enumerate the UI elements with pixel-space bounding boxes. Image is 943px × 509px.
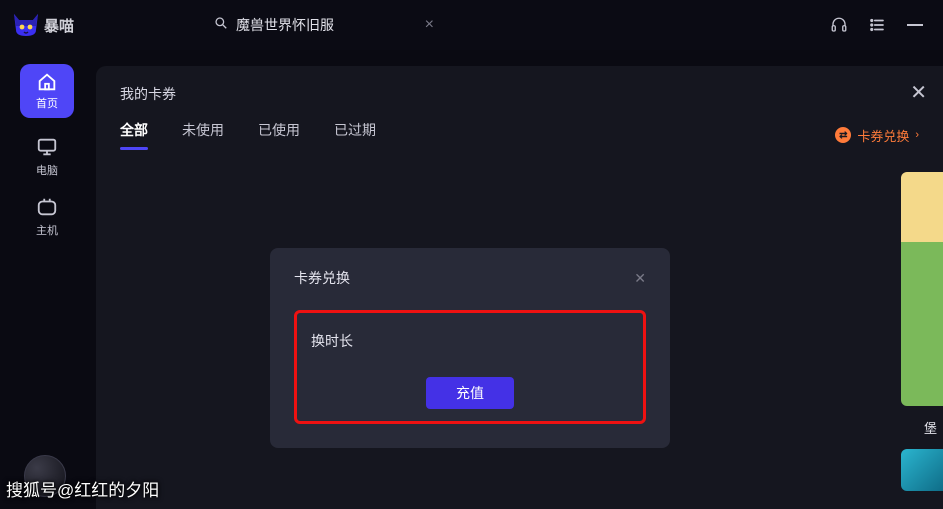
coupon-modal-title: 我的卡券 xyxy=(120,84,176,104)
coupon-modal: 我的卡券 ✕ 全部 未使用 已使用 已过期 ⇄ 卡券兑换 › 卡券兑换 ✕ 充值… xyxy=(96,66,943,509)
game-thumbnail[interactable] xyxy=(901,172,943,406)
search-box[interactable]: × xyxy=(214,11,434,39)
swap-icon: ⇄ xyxy=(835,127,851,143)
redeem-dialog-title: 卡券兑换 xyxy=(294,268,350,288)
clear-search-icon[interactable]: × xyxy=(425,16,434,34)
tab-all[interactable]: 全部 xyxy=(120,120,148,150)
search-input[interactable] xyxy=(236,17,421,33)
cat-logo-icon xyxy=(12,12,40,38)
sidebar-item-label: 首页 xyxy=(36,95,58,111)
tab-used[interactable]: 已使用 xyxy=(258,120,300,150)
redeem-link[interactable]: ⇄ 卡券兑换 › xyxy=(835,126,919,145)
minimize-button[interactable] xyxy=(899,9,931,41)
tab-unused[interactable]: 未使用 xyxy=(182,120,224,150)
headset-icon[interactable] xyxy=(823,9,855,41)
search-icon xyxy=(214,16,228,35)
app-logo: 暴喵 xyxy=(12,12,74,38)
close-icon[interactable]: ✕ xyxy=(634,270,646,287)
highlight-box: 充值 xyxy=(294,310,646,424)
close-icon[interactable]: ✕ xyxy=(910,80,927,105)
sidebar-item-label: 电脑 xyxy=(36,162,58,178)
game-thumbnail[interactable] xyxy=(901,449,943,491)
redeem-dialog: 卡券兑换 ✕ 充值 xyxy=(270,248,670,448)
minimize-icon xyxy=(907,24,923,26)
home-icon xyxy=(36,71,58,93)
chevron-right-icon: › xyxy=(915,129,919,141)
app-name: 暴喵 xyxy=(44,15,74,36)
menu-list-icon[interactable] xyxy=(861,9,893,41)
window-titlebar: 暴喵 × xyxy=(0,0,943,50)
charge-button[interactable]: 充值 xyxy=(426,377,514,409)
sidebar-item-console[interactable]: 主机 xyxy=(36,196,58,238)
exchange-duration-input[interactable] xyxy=(307,323,633,359)
sidebar-item-label: 主机 xyxy=(36,222,58,238)
sidebar-item-home[interactable]: 首页 xyxy=(20,64,74,118)
sidebar: 首页 电脑 主机 xyxy=(0,64,94,238)
redeem-link-label: 卡券兑换 xyxy=(857,126,909,145)
game-thumbnail-caption: 堡 xyxy=(901,416,943,439)
monitor-icon xyxy=(36,136,58,158)
tab-expired[interactable]: 已过期 xyxy=(334,120,376,150)
coupon-tabs: 全部 未使用 已使用 已过期 ⇄ 卡券兑换 › xyxy=(96,104,943,150)
sidebar-item-pc[interactable]: 电脑 xyxy=(36,136,58,178)
console-icon xyxy=(36,196,58,218)
avatar[interactable] xyxy=(24,455,66,497)
game-thumbnail-strip: 堡 xyxy=(901,172,943,491)
